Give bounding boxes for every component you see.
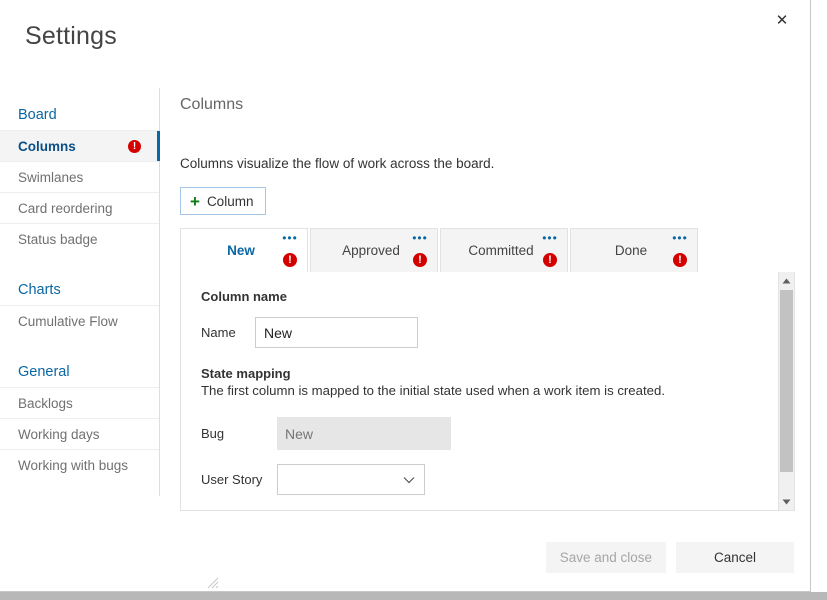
error-icon: !	[283, 253, 297, 267]
sidebar-item-cumulative-flow[interactable]: Cumulative Flow	[0, 305, 159, 336]
tab-actions: ••• !	[672, 232, 688, 267]
sidebar-item-label: Backlogs	[18, 395, 73, 411]
sidebar-item-swimlanes[interactable]: Swimlanes	[0, 161, 159, 192]
sidebar-item-card-reordering[interactable]: Card reordering	[0, 192, 159, 223]
page-bottom-edge	[0, 592, 827, 600]
overflow-menu-icon[interactable]: •••	[412, 232, 428, 244]
tab-actions: ••• !	[542, 232, 558, 267]
column-settings-panel: Column name Name State mapping The first…	[180, 272, 795, 511]
state-mapping-description: The first column is mapped to the initia…	[201, 383, 665, 398]
sidebar-section-general: General	[18, 363, 70, 380]
tab-done[interactable]: Done ••• !	[570, 228, 698, 272]
overflow-menu-icon[interactable]: •••	[672, 232, 688, 244]
save-and-close-button[interactable]: Save and close	[545, 542, 666, 573]
user-story-state-select[interactable]	[277, 464, 425, 495]
user-story-field-row: User Story	[201, 464, 774, 495]
settings-dialog: Settings ✕ Board Columns ! Swimlanes Car…	[0, 0, 811, 592]
tab-new[interactable]: New ••• !	[180, 228, 308, 272]
tab-actions: ••• !	[282, 232, 298, 267]
add-column-label: Column	[206, 193, 254, 209]
sidebar-item-label: Swimlanes	[18, 169, 84, 185]
sidebar-item-working-with-bugs[interactable]: Working with bugs	[0, 449, 159, 480]
page-right-edge	[811, 0, 827, 592]
sidebar-item-label: Status badge	[18, 231, 98, 247]
scroll-down-icon[interactable]	[779, 493, 794, 510]
error-icon: !	[543, 253, 557, 267]
panel-scrollbar[interactable]	[778, 272, 794, 510]
tab-committed[interactable]: Committed ••• !	[440, 228, 568, 272]
tab-approved[interactable]: Approved ••• !	[310, 228, 438, 272]
dialog-footer: Save and close Cancel	[545, 542, 794, 573]
scroll-up-icon[interactable]	[779, 272, 794, 289]
state-mapping-section: State mapping The first column is mapped…	[201, 366, 774, 510]
sidebar-section-board: Board	[18, 106, 57, 123]
user-story-label: User Story	[201, 472, 263, 487]
tab-actions: ••• !	[412, 232, 428, 267]
page-description: Columns visualize the flow of work acros…	[180, 156, 495, 171]
overflow-menu-icon[interactable]: •••	[282, 232, 298, 244]
column-settings-form: Column name Name State mapping The first…	[181, 272, 794, 510]
name-field-row: Name	[201, 317, 774, 348]
sidebar-item-columns[interactable]: Columns !	[0, 130, 160, 161]
sidebar-item-label: Working days	[18, 426, 100, 442]
sidebar-item-label: Columns	[18, 138, 76, 154]
settings-sidebar: Board Columns ! Swimlanes Card reorderin…	[0, 88, 160, 496]
cancel-button[interactable]: Cancel	[676, 542, 794, 573]
overflow-menu-icon[interactable]: •••	[542, 232, 558, 244]
close-icon[interactable]: ✕	[766, 4, 798, 36]
add-column-button[interactable]: + Column	[180, 187, 267, 215]
column-name-input[interactable]	[255, 317, 418, 348]
bug-label: Bug	[201, 426, 225, 441]
error-icon: !	[673, 253, 687, 267]
resize-grip-icon[interactable]	[207, 577, 219, 589]
sidebar-item-status-badge[interactable]: Status badge	[0, 223, 159, 254]
error-icon: !	[413, 253, 427, 267]
sidebar-item-backlogs[interactable]: Backlogs	[0, 387, 159, 418]
sidebar-item-working-days[interactable]: Working days	[0, 418, 159, 449]
page-title: Columns	[180, 96, 244, 113]
sidebar-item-label: Working with bugs	[18, 457, 129, 473]
column-tabstrip: New ••• ! Approved ••• ! Committed ••• !	[180, 228, 795, 272]
plus-icon: +	[190, 191, 200, 211]
bug-field-row: Bug	[201, 417, 774, 450]
scroll-thumb[interactable]	[780, 290, 793, 472]
error-icon: !	[128, 139, 141, 153]
dialog-title: Settings	[25, 22, 117, 50]
main-content: Columns Columns visualize the flow of wo…	[180, 95, 795, 511]
column-name-heading: Column name	[201, 289, 287, 304]
sidebar-item-label: Cumulative Flow	[18, 313, 118, 329]
sidebar-item-label: Card reordering	[18, 200, 113, 216]
chevron-down-icon	[403, 476, 415, 483]
bug-state-input	[277, 417, 451, 450]
name-label: Name	[201, 325, 236, 340]
sidebar-section-charts: Charts	[18, 281, 61, 298]
state-mapping-heading: State mapping	[201, 366, 291, 381]
